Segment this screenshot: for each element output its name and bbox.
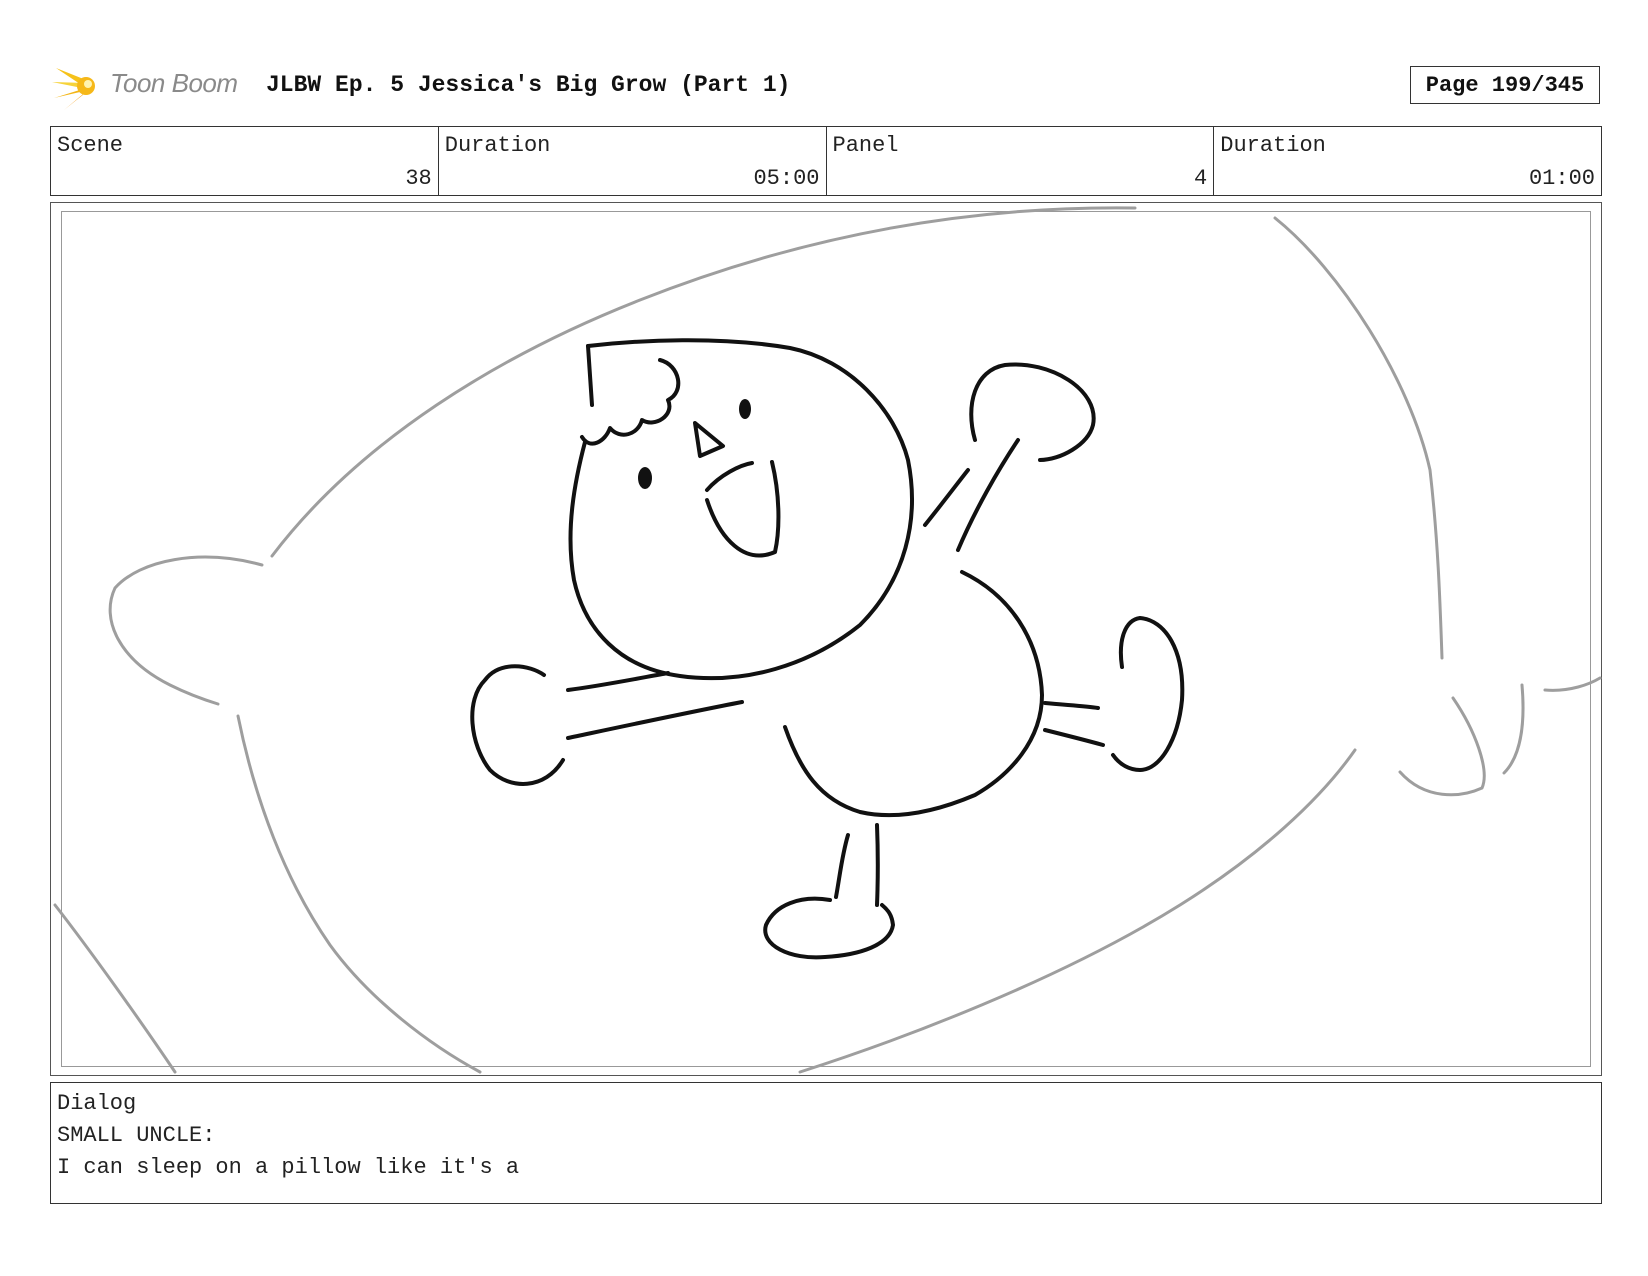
panel-value: 4 — [1194, 166, 1208, 191]
panel-label: Panel — [832, 133, 899, 158]
scene-cell: Scene 38 — [51, 127, 439, 195]
starburst-icon — [52, 62, 95, 110]
scene-duration-cell: Duration 05:00 — [439, 127, 827, 195]
dialog-label: Dialog — [57, 1091, 137, 1116]
scene-value: 38 — [405, 166, 432, 191]
dialog-box: Dialog SMALL UNCLE: I can sleep on a pil… — [50, 1082, 1602, 1204]
scene-info-row: Scene 38 Duration 05:00 Panel 4 Duration… — [50, 126, 1602, 196]
logo-text: Toon Boom — [110, 68, 238, 98]
panel-cell: Panel 4 — [827, 127, 1215, 195]
page-number: Page 199/345 — [1410, 66, 1600, 104]
pillow-sketch — [53, 206, 1602, 1074]
panel-duration-cell: Duration 01:00 — [1214, 127, 1601, 195]
character-eyes — [638, 399, 751, 489]
character-sketch — [470, 338, 1185, 960]
panel-duration-label: Duration — [1220, 133, 1326, 158]
scene-label: Scene — [57, 133, 124, 158]
dialog-speaker: SMALL UNCLE: — [57, 1123, 216, 1148]
storyboard-sketch — [53, 206, 1602, 1074]
toon-boom-logo: Toon Boom — [52, 60, 252, 112]
right-eye — [739, 399, 751, 419]
document-title: JLBW Ep. 5 Jessica's Big Grow (Part 1) — [266, 72, 791, 98]
left-eye — [638, 467, 652, 489]
dialog-line: I can sleep on a pillow like it's a — [57, 1155, 520, 1180]
panel-duration-value: 01:00 — [1528, 166, 1595, 191]
scene-duration-value: 05:00 — [753, 166, 820, 191]
scene-duration-label: Duration — [444, 133, 551, 158]
